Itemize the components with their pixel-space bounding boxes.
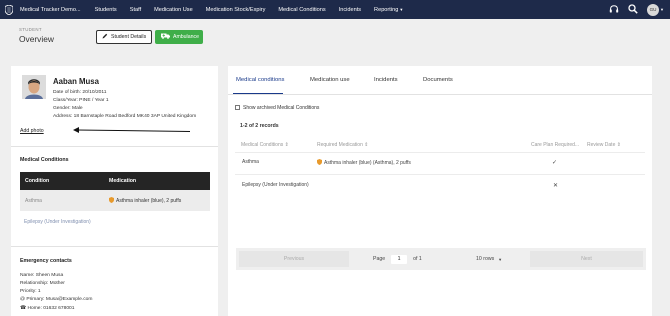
divider xyxy=(11,146,218,147)
student-address: Address: 18 Barnstaple Road Bedford MK40… xyxy=(53,114,197,119)
condition-epilepsy-item[interactable]: Epilepsy (Under Investigation) xyxy=(24,219,91,225)
student-details-button[interactable]: Student Details xyxy=(96,30,152,44)
medical-conditions-table: Condition Medication Asthma Asthma inhal… xyxy=(20,172,210,211)
tab-incidents[interactable]: Incidents xyxy=(374,77,398,83)
contact-email[interactable]: @ Primary: Musa@Example.com xyxy=(20,297,92,302)
chevron-down-icon: ▼ xyxy=(660,7,664,12)
page-info: Page 1 of 1 xyxy=(373,251,422,267)
page-subtitle: STUDENT xyxy=(19,27,42,32)
row1-medication-text: Asthma inhaler (blue) (Asthma), 2 puffs xyxy=(324,160,411,166)
tab-documents[interactable]: Documents xyxy=(423,77,453,83)
student-class: Class/Year: PINE / Year 1 xyxy=(53,98,109,103)
divider xyxy=(235,152,645,153)
student-name: Aaban Musa xyxy=(53,77,99,86)
col-medical-conditions[interactable]: Medical Conditions ⇕ xyxy=(241,142,289,148)
avatar: GU xyxy=(647,3,660,16)
medication-header: Medication xyxy=(109,178,137,184)
search-icon[interactable] xyxy=(628,1,638,19)
table-row[interactable]: Asthma Asthma inhaler (blue), 2 puffs xyxy=(20,190,210,211)
chevron-down-icon: ▼ xyxy=(399,6,404,12)
contact-name: Name: Sheen Musa xyxy=(20,273,64,278)
tabs-divider xyxy=(228,94,652,95)
tab-medication-use[interactable]: Medication use xyxy=(310,77,350,83)
ambulance-icon xyxy=(161,33,170,41)
nav-medication-stock[interactable]: Medication Stock/Expiry xyxy=(206,7,266,13)
medication-cell: Asthma inhaler (blue), 2 puffs xyxy=(109,196,182,205)
medication-text: Asthma inhaler (blue), 2 puffs xyxy=(116,197,182,204)
check-icon: ✓ xyxy=(552,160,558,166)
nav-brand[interactable]: Medical Tracker Demo... xyxy=(20,7,81,13)
top-nav: Medical Tracker Demo... Students Staff M… xyxy=(0,0,670,19)
active-tab-indicator xyxy=(233,93,283,94)
ambulance-button[interactable]: Ambulance xyxy=(155,30,203,44)
show-archived-checkbox[interactable] xyxy=(235,105,240,110)
page-label: Page xyxy=(373,256,386,262)
nav-students[interactable]: Students xyxy=(95,7,117,13)
page-title: Overview xyxy=(19,34,54,44)
contact-relationship: Relationship: Mother xyxy=(20,281,65,286)
previous-button[interactable]: Previous xyxy=(239,251,349,267)
nav-reporting[interactable]: Reporting▼ xyxy=(374,7,403,13)
pencil-icon xyxy=(102,33,108,41)
page-of-label: of 1 xyxy=(413,256,422,262)
chevron-down-icon: ▼ xyxy=(498,256,503,262)
ambulance-label: Ambulance xyxy=(173,34,199,40)
student-details-label: Student Details xyxy=(111,34,147,40)
contact-phone[interactable]: ☎ Home: 01632 678001 xyxy=(20,305,75,311)
table-header: Condition Medication xyxy=(20,172,210,190)
student-summary-panel: Aaban Musa Date of birth: 20/10/2011 Cla… xyxy=(11,66,218,316)
nav-staff[interactable]: Staff xyxy=(130,7,141,13)
rows-per-page-label: 10 rows xyxy=(476,256,495,262)
divider xyxy=(235,174,645,175)
col-review-date[interactable]: Review Date ⇕ xyxy=(587,142,621,148)
records-count: 1-2 of 2 records xyxy=(240,123,279,129)
shield-logo-icon[interactable] xyxy=(4,4,14,16)
details-panel: Medical conditions Medication use Incide… xyxy=(228,66,652,316)
nav-medication-use[interactable]: Medication Use xyxy=(154,7,193,13)
condition-header: Condition xyxy=(25,178,50,184)
student-dob: Date of birth: 20/10/2011 xyxy=(53,90,107,95)
row1-medication: Asthma inhaler (blue) (Asthma), 2 puffs xyxy=(317,159,411,167)
tab-medical-conditions[interactable]: Medical conditions xyxy=(236,77,284,83)
user-menu[interactable]: GU ▼ xyxy=(647,3,664,16)
show-archived-label[interactable]: Show archived Medical Conditions xyxy=(243,105,319,111)
row1-condition: Asthma xyxy=(242,159,259,165)
nav-reporting-label: Reporting xyxy=(374,6,399,13)
next-button[interactable]: Next xyxy=(530,251,643,267)
divider xyxy=(11,246,218,247)
nav-right-tools: GU ▼ xyxy=(609,0,664,19)
student-photo xyxy=(22,75,46,99)
student-gender: Gender: Male xyxy=(53,106,83,111)
nav-incidents[interactable]: Incidents xyxy=(339,7,361,13)
cross-icon: ✕ xyxy=(553,183,559,189)
add-photo-link[interactable]: Add photo xyxy=(20,128,44,134)
medical-conditions-title: Medical Conditions xyxy=(20,157,69,163)
col-required-medication[interactable]: Required Medication ⇕ xyxy=(317,142,368,148)
arrow-annotation-icon xyxy=(73,127,191,133)
medication-shield-icon xyxy=(109,196,114,205)
headset-support-icon[interactable] xyxy=(609,1,619,19)
pagination: Previous Page 1 of 1 10 rows ▼ Next xyxy=(236,248,646,270)
page-number-input[interactable]: 1 xyxy=(391,254,408,264)
condition-cell: Asthma xyxy=(25,197,42,204)
medication-shield-icon xyxy=(317,159,322,167)
nav-medical-conditions[interactable]: Medical Conditions xyxy=(278,7,325,13)
row2-condition: Epilepsy (Under Investigation) xyxy=(242,182,309,188)
contact-priority: Priority: 1 xyxy=(20,289,41,294)
emergency-contacts-title: Emergency contacts xyxy=(20,258,72,264)
rows-per-page-select[interactable]: 10 rows ▼ xyxy=(476,251,512,267)
col-care-plan[interactable]: Care Plan Required... xyxy=(531,142,579,148)
